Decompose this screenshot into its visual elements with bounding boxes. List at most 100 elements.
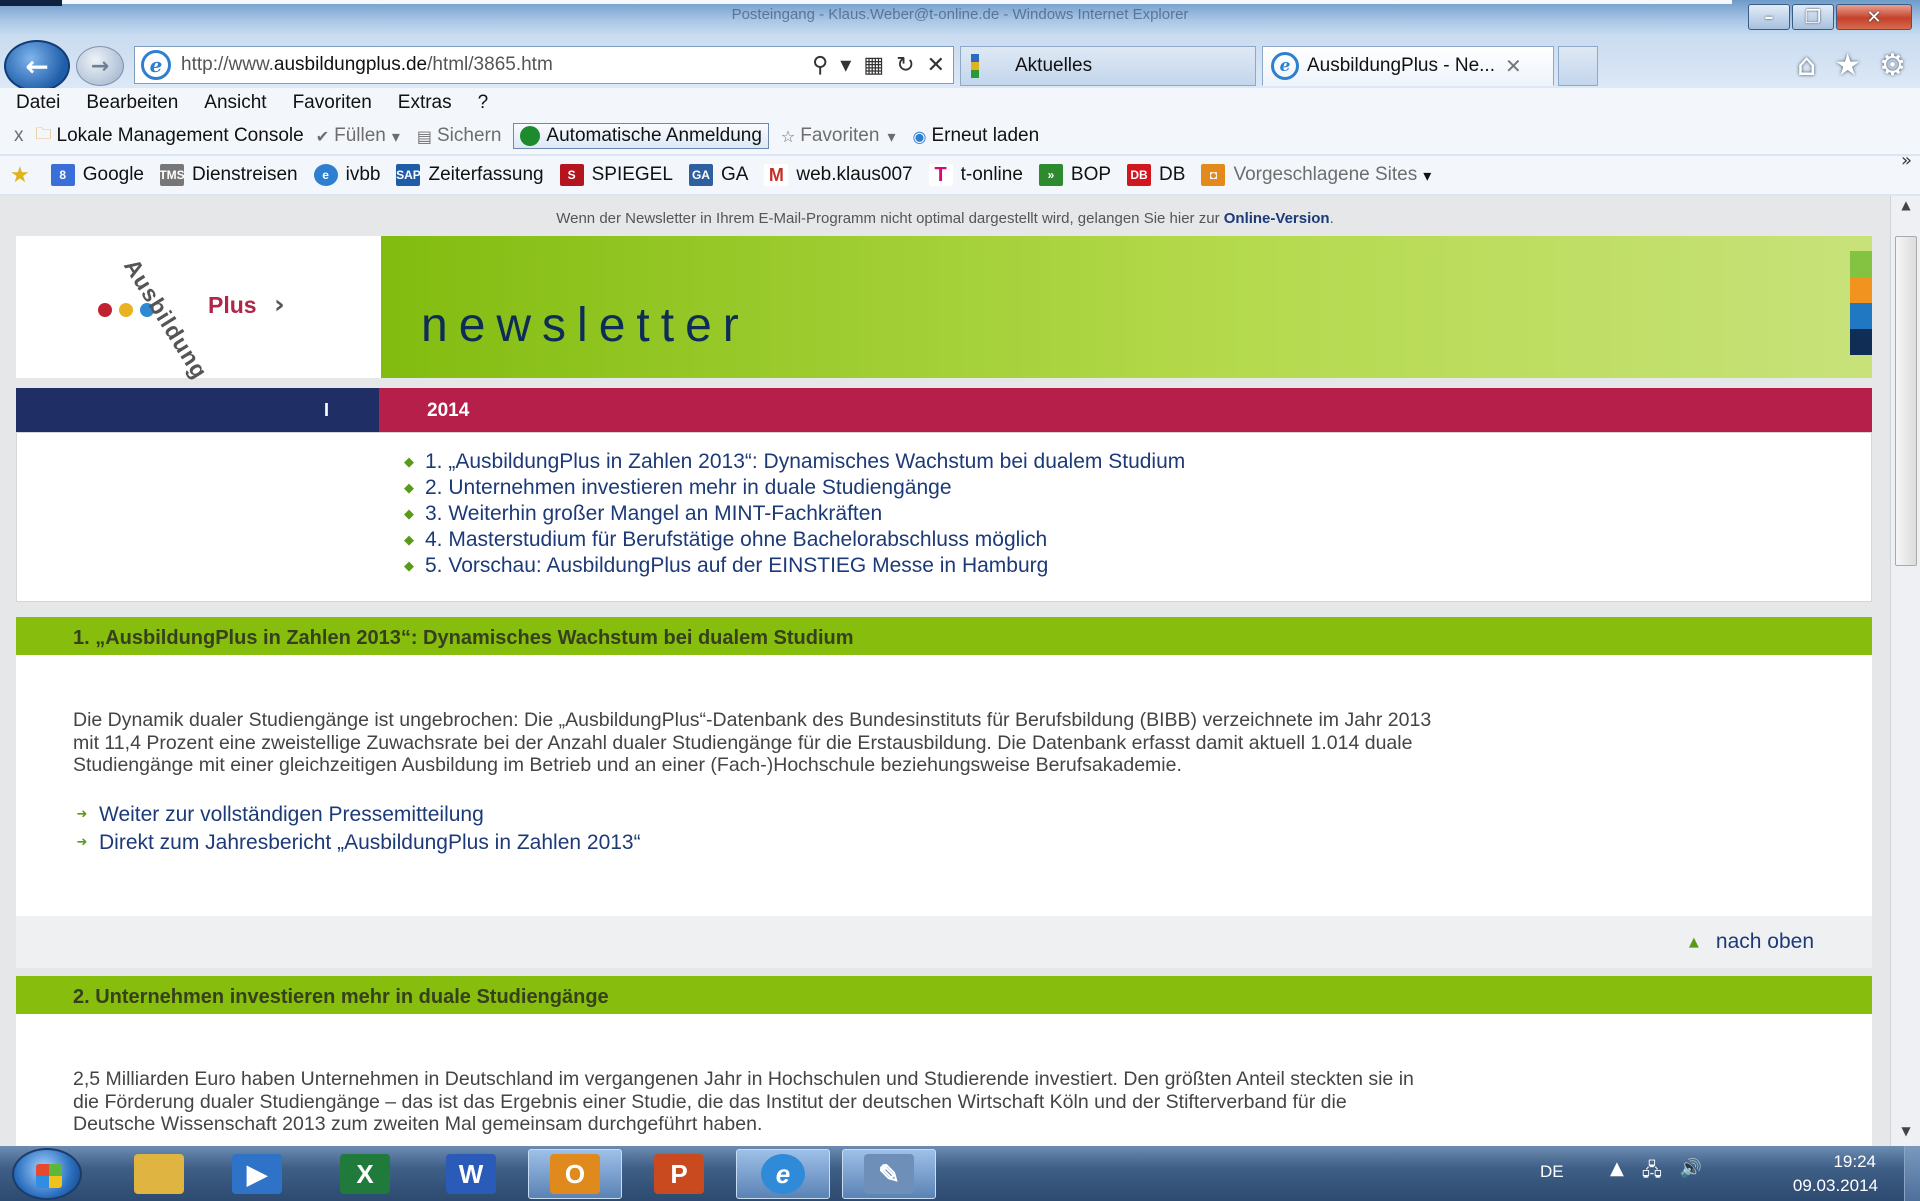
paint-icon: ✎ xyxy=(864,1154,914,1194)
bop-icon: » xyxy=(1038,164,1063,186)
word-icon: W xyxy=(446,1154,496,1194)
toc-item-2[interactable]: ◆ 2. Unternehmen investieren mehr in dual… xyxy=(399,475,1871,501)
press-release-link[interactable]: ➜ Weiter zur vollständigen Pressemitteilu… xyxy=(73,801,1815,829)
checkmark-icon: ✔ xyxy=(315,126,330,146)
fav-web-klaus007[interactable]: M web.klaus007 xyxy=(764,164,913,186)
tab-label: AusbildungPlus - Ne... xyxy=(1307,55,1495,76)
arrow-bullet-icon: ➜ xyxy=(76,807,88,822)
gear-icon[interactable]: ⚙ xyxy=(1879,48,1906,83)
autologin-button[interactable]: Automatische Anmeldung xyxy=(513,123,769,149)
ausbildungplus-logo[interactable]: Ausbildung Plus › xyxy=(16,236,372,384)
section-heading-1: 1. „AusbildungPlus in Zahlen 2013“: Dyna… xyxy=(16,617,1872,655)
chevron-right-icon[interactable]: » xyxy=(1901,150,1912,171)
forward-button[interactable]: → xyxy=(76,46,124,86)
close-window-button[interactable]: ✕ xyxy=(1836,4,1912,30)
taskbar-outlook[interactable]: O xyxy=(528,1149,622,1199)
tab-ausbildungplus[interactable]: e AusbildungPlus - Ne... ✕ xyxy=(1262,46,1554,86)
favorites-center-button[interactable]: ★ xyxy=(10,163,35,188)
autologin-icon xyxy=(520,126,541,146)
sap-icon: SAP xyxy=(396,164,421,186)
taskbar-word[interactable]: W xyxy=(424,1149,518,1199)
paragraph-line: Studiengänge mit einer gleichzeitigen Au… xyxy=(73,754,1182,776)
close-tab-icon[interactable]: ✕ xyxy=(1505,54,1522,79)
arrow-bullet-icon: ◆ xyxy=(404,506,414,522)
taskbar-internet-explorer[interactable]: e xyxy=(736,1149,830,1199)
search-icon[interactable]: ⚲ xyxy=(812,53,828,78)
toc-item-4[interactable]: ◆ 4. Masterstudium für Berufstätige ohne … xyxy=(399,527,1871,553)
menu-ansicht[interactable]: Ansicht xyxy=(204,92,266,114)
close-toolbar-icon[interactable]: x xyxy=(14,125,24,147)
paragraph-line: 2,5 Milliarden Euro haben Unternehmen in… xyxy=(73,1068,1414,1090)
taskbar-explorer[interactable] xyxy=(112,1149,206,1199)
fill-label: Füllen xyxy=(334,125,386,146)
new-tab-button[interactable] xyxy=(1558,46,1598,86)
taskbar-powerpoint[interactable]: P xyxy=(632,1149,726,1199)
toc-item-3[interactable]: ◆ 3. Weiterhin großer Mangel an MINT-Fach… xyxy=(399,501,1871,527)
fav-suggested-sites[interactable]: ◘ Vorgeschlagene Sites ▾ xyxy=(1201,164,1436,186)
clock-date[interactable]: 09.03.2014 xyxy=(1793,1176,1878,1196)
arrow-bullet-icon: ◆ xyxy=(404,454,414,470)
scroll-up-icon[interactable]: ▲ xyxy=(1891,198,1920,218)
favorites-star-icon[interactable]: ★ xyxy=(1834,48,1861,83)
online-version-link[interactable]: Online-Version xyxy=(1224,210,1330,227)
address-tools: ⚲ ▾ ▦ ↻ ✕ xyxy=(812,53,945,78)
fav-dienstreisen[interactable]: TMS Dienstreisen xyxy=(159,164,298,186)
favorites-button[interactable]: ☆ Favoriten ▾ xyxy=(781,125,901,147)
start-button[interactable] xyxy=(12,1148,82,1200)
back-button[interactable]: ← xyxy=(4,40,70,92)
show-hidden-icons-icon[interactable]: ▲ xyxy=(1610,1158,1624,1188)
menu-help[interactable]: ? xyxy=(478,92,489,114)
fav-ivbb[interactable]: e ivbb xyxy=(313,164,381,186)
minimize-button[interactable]: – xyxy=(1748,4,1790,30)
globe-refresh-icon: ◉ xyxy=(912,126,927,146)
fav-t-online[interactable]: T t-online xyxy=(928,164,1023,186)
show-desktop-button[interactable] xyxy=(1904,1146,1920,1201)
refresh-icon[interactable]: ↻ xyxy=(896,53,914,78)
fav-label: ivbb xyxy=(345,164,381,185)
vertical-scrollbar[interactable]: ▲ ▼ xyxy=(1890,196,1920,1146)
maximize-button[interactable]: ❐ xyxy=(1792,4,1834,30)
section-body-2: 2,5 Milliarden Euro haben Unternehmen in… xyxy=(16,1014,1872,1146)
taskbar-paint[interactable]: ✎ xyxy=(842,1149,936,1199)
menu-datei[interactable]: Datei xyxy=(16,92,60,114)
fav-spiegel[interactable]: S SPIEGEL xyxy=(559,164,673,186)
fav-ga[interactable]: GA GA xyxy=(688,164,748,186)
arrow-bullet-icon: ◆ xyxy=(404,558,414,574)
link-label: Direkt zum Jahresbericht „AusbildungPlus… xyxy=(99,830,641,854)
menu-bearbeiten[interactable]: Bearbeiten xyxy=(86,92,178,114)
fav-bop[interactable]: » BOP xyxy=(1038,164,1111,186)
toc-item-5[interactable]: ◆ 5. Vorschau: AusbildungPlus auf der EIN… xyxy=(399,553,1871,579)
compatibility-view-icon[interactable]: ▦ xyxy=(863,53,884,78)
reload-button[interactable]: ◉ Erneut laden xyxy=(912,125,1039,147)
clock-time[interactable]: 19:24 xyxy=(1833,1152,1876,1172)
back-to-top-link[interactable]: ▲ nach oben xyxy=(1684,930,1814,954)
fav-zeiterfassung[interactable]: SAP Zeiterfassung xyxy=(396,164,544,186)
annual-report-link[interactable]: ➜ Direkt zum Jahresbericht „AusbildungPlu… xyxy=(73,829,1815,857)
taskbar: ▶ X W O P e ✎ DE ▲ 🖧 🔊 19:24 09.03.2014 xyxy=(0,1146,1920,1201)
taskbar-media-player[interactable]: ▶ xyxy=(210,1149,304,1199)
network-icon[interactable]: 🖧 xyxy=(1642,1158,1662,1188)
folder-icon: 🗀 xyxy=(35,123,52,143)
volume-icon[interactable]: 🔊 xyxy=(1680,1158,1702,1188)
home-icon[interactable]: ⌂ xyxy=(1797,48,1816,83)
address-bar[interactable]: e http://www.ausbildungplus.de/html/3865… xyxy=(134,46,954,84)
menu-extras[interactable]: Extras xyxy=(398,92,452,114)
toc-item-1[interactable]: ◆ 1. „AusbildungPlus in Zahlen 2013“: Dyn… xyxy=(399,449,1871,475)
fav-db[interactable]: DB DB xyxy=(1127,164,1185,186)
paragraph-line: Die Dynamik dualer Studiengänge ist unge… xyxy=(73,709,1432,731)
tab-aktuelles[interactable]: Aktuelles xyxy=(960,46,1256,86)
stop-icon[interactable]: ✕ xyxy=(927,53,945,78)
taskbar-excel[interactable]: X xyxy=(318,1149,412,1199)
save-button[interactable]: ▤ Sichern xyxy=(417,125,502,147)
logo-arrow-icon: › xyxy=(274,290,285,320)
fill-button[interactable]: ✔ Füllen ▾ xyxy=(316,125,405,147)
language-indicator[interactable]: DE xyxy=(1540,1162,1564,1182)
management-console-button[interactable]: 🗀 Lokale Management Console xyxy=(36,123,304,150)
url-field[interactable]: http://www.ausbildungplus.de/html/3865.h… xyxy=(181,54,812,76)
fav-google[interactable]: 8 Google xyxy=(50,164,144,186)
chevron-down-icon[interactable]: ▾ xyxy=(840,53,851,78)
scrollbar-thumb[interactable] xyxy=(1895,236,1917,566)
logo-dot-yellow xyxy=(119,303,133,317)
menu-favoriten[interactable]: Favoriten xyxy=(293,92,372,114)
scroll-down-icon[interactable]: ▼ xyxy=(1891,1124,1920,1144)
